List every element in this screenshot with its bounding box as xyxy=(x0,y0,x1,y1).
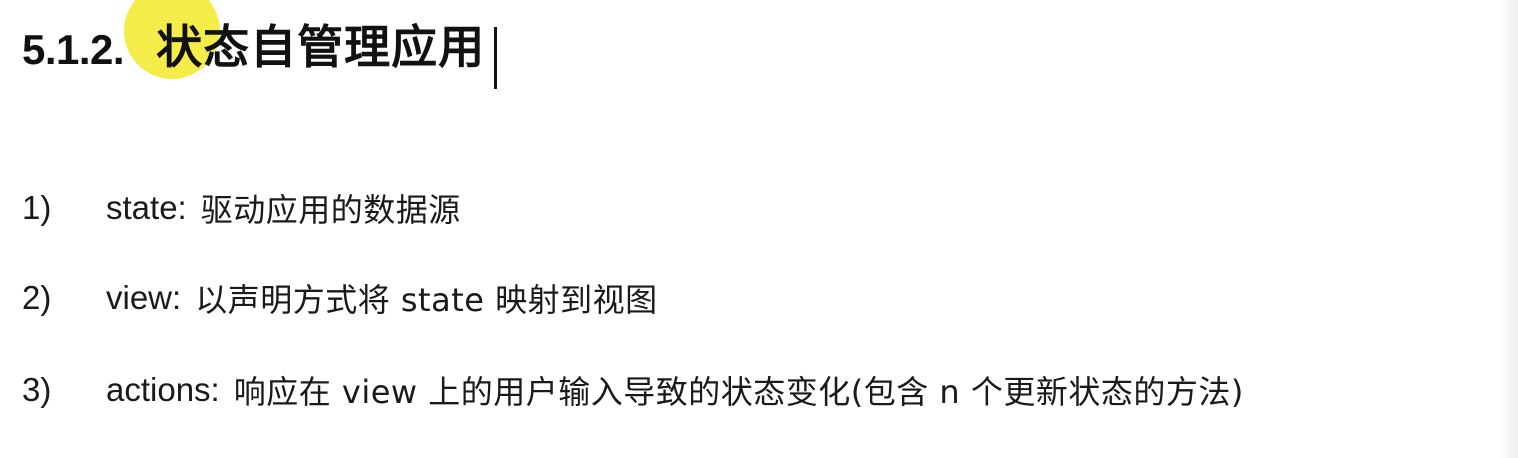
list-marker: 2) xyxy=(22,279,52,316)
section-heading: 5.1.2. 状态自管理应用 xyxy=(22,0,497,90)
section-title[interactable]: 状态自管理应用 xyxy=(156,20,485,74)
list-term: view: xyxy=(106,279,182,316)
section-number: 5.1.2. xyxy=(22,26,125,73)
list-description: 以声明方式将 state 映射到视图 xyxy=(195,281,658,319)
list-item: 2) view: 以声明方式将 state 映射到视图 xyxy=(22,272,658,324)
section-title-wrap: 状态自管理应用 xyxy=(124,0,497,90)
list-term: actions: xyxy=(106,371,220,408)
list-description: 响应在 view 上的用户输入导致的状态变化(包含 n 个更新状态的方法) xyxy=(233,373,1244,411)
list-marker: 1) xyxy=(22,189,52,226)
list-description: 驱动应用的数据源 xyxy=(200,191,461,229)
list-term: state: xyxy=(106,189,187,226)
list-item: 1) state: 驱动应用的数据源 xyxy=(22,182,461,234)
list-item: 3) actions: 响应在 view 上的用户输入导致的状态变化(包含 n … xyxy=(22,364,1244,416)
list-marker: 3) xyxy=(22,371,52,408)
page-right-edge xyxy=(1500,0,1518,458)
text-caret xyxy=(493,27,497,90)
